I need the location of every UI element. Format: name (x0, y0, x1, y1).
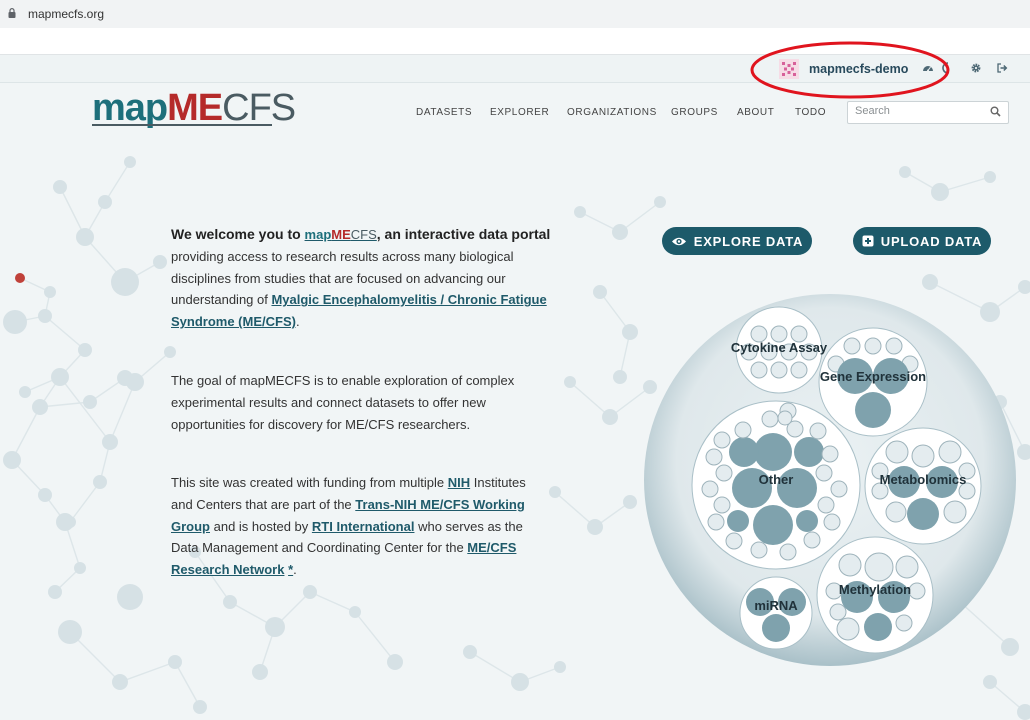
label-metabolomics: Metabolomics (880, 472, 967, 487)
inline-logo-link[interactable]: mapMECFS (305, 227, 377, 242)
mirna-bubble[interactable] (739, 576, 813, 650)
funding-text-f: . (293, 562, 297, 578)
nav-todo[interactable]: TODO (795, 107, 826, 118)
logo-part-map: map (92, 87, 168, 129)
logout-icon[interactable] (996, 62, 1008, 74)
label-gene-expression: Gene Expression (820, 369, 926, 384)
label-cytokine-assay: Cytokine Assay (731, 340, 828, 355)
logo-underline (92, 124, 272, 126)
highlight-ellipse-annotation (750, 41, 950, 99)
data-types-bubble-chart[interactable]: Cytokine Assay Gene Expression Other Met… (640, 290, 1030, 670)
label-other: Other (759, 472, 794, 487)
url-text[interactable]: mapmecfs.org (28, 7, 104, 21)
settings-icon[interactable] (970, 62, 982, 74)
funding-text-a: This site was created with funding from … (171, 475, 448, 490)
label-methylation: Methylation (839, 582, 911, 597)
funding-text-c: and is hosted by (210, 518, 312, 534)
welcome-paragraph: We welcome you to mapMECFS, an interacti… (171, 224, 551, 333)
label-mirna: miRNA (754, 598, 798, 613)
inline-logo-me: ME (331, 227, 351, 242)
explore-data-label: EXPLORE DATA (693, 233, 804, 249)
welcome-end: . (295, 314, 300, 330)
logo-part-cfs: CFS (222, 87, 296, 129)
browser-address-bar[interactable]: mapmecfs.org (0, 0, 1030, 28)
lock-icon (8, 8, 16, 18)
search-icon[interactable] (990, 106, 1001, 117)
upload-data-button[interactable]: UPLOAD DATA (853, 227, 991, 255)
nih-link[interactable]: NIH (448, 475, 470, 490)
goal-paragraph: The goal of mapMECFS is to enable explor… (171, 373, 515, 432)
inline-logo-cfs: CFS (350, 227, 377, 242)
nav-explorer[interactable]: EXPLORER (490, 107, 549, 118)
search-box (847, 101, 1009, 124)
plus-square-icon (862, 235, 874, 247)
nav-groups[interactable]: GROUPS (671, 107, 718, 118)
welcome-lead-b: , an interactive data portal (376, 226, 551, 242)
logo-part-me: ME (167, 87, 223, 129)
upload-data-label: UPLOAD DATA (880, 233, 983, 249)
eye-icon (671, 237, 686, 245)
inline-logo-map: map (304, 227, 332, 242)
nav-organizations[interactable]: ORGANIZATIONS (567, 107, 657, 118)
funding-paragraph: This site was created with funding from … (171, 472, 551, 581)
welcome-lead-a: We welcome you to (171, 226, 305, 242)
search-input[interactable] (855, 105, 980, 117)
nav-about[interactable]: ABOUT (737, 107, 774, 118)
rti-link[interactable]: RTI International (312, 519, 415, 534)
nav-datasets[interactable]: DATASETS (416, 107, 472, 118)
explore-data-button[interactable]: EXPLORE DATA (662, 227, 812, 255)
